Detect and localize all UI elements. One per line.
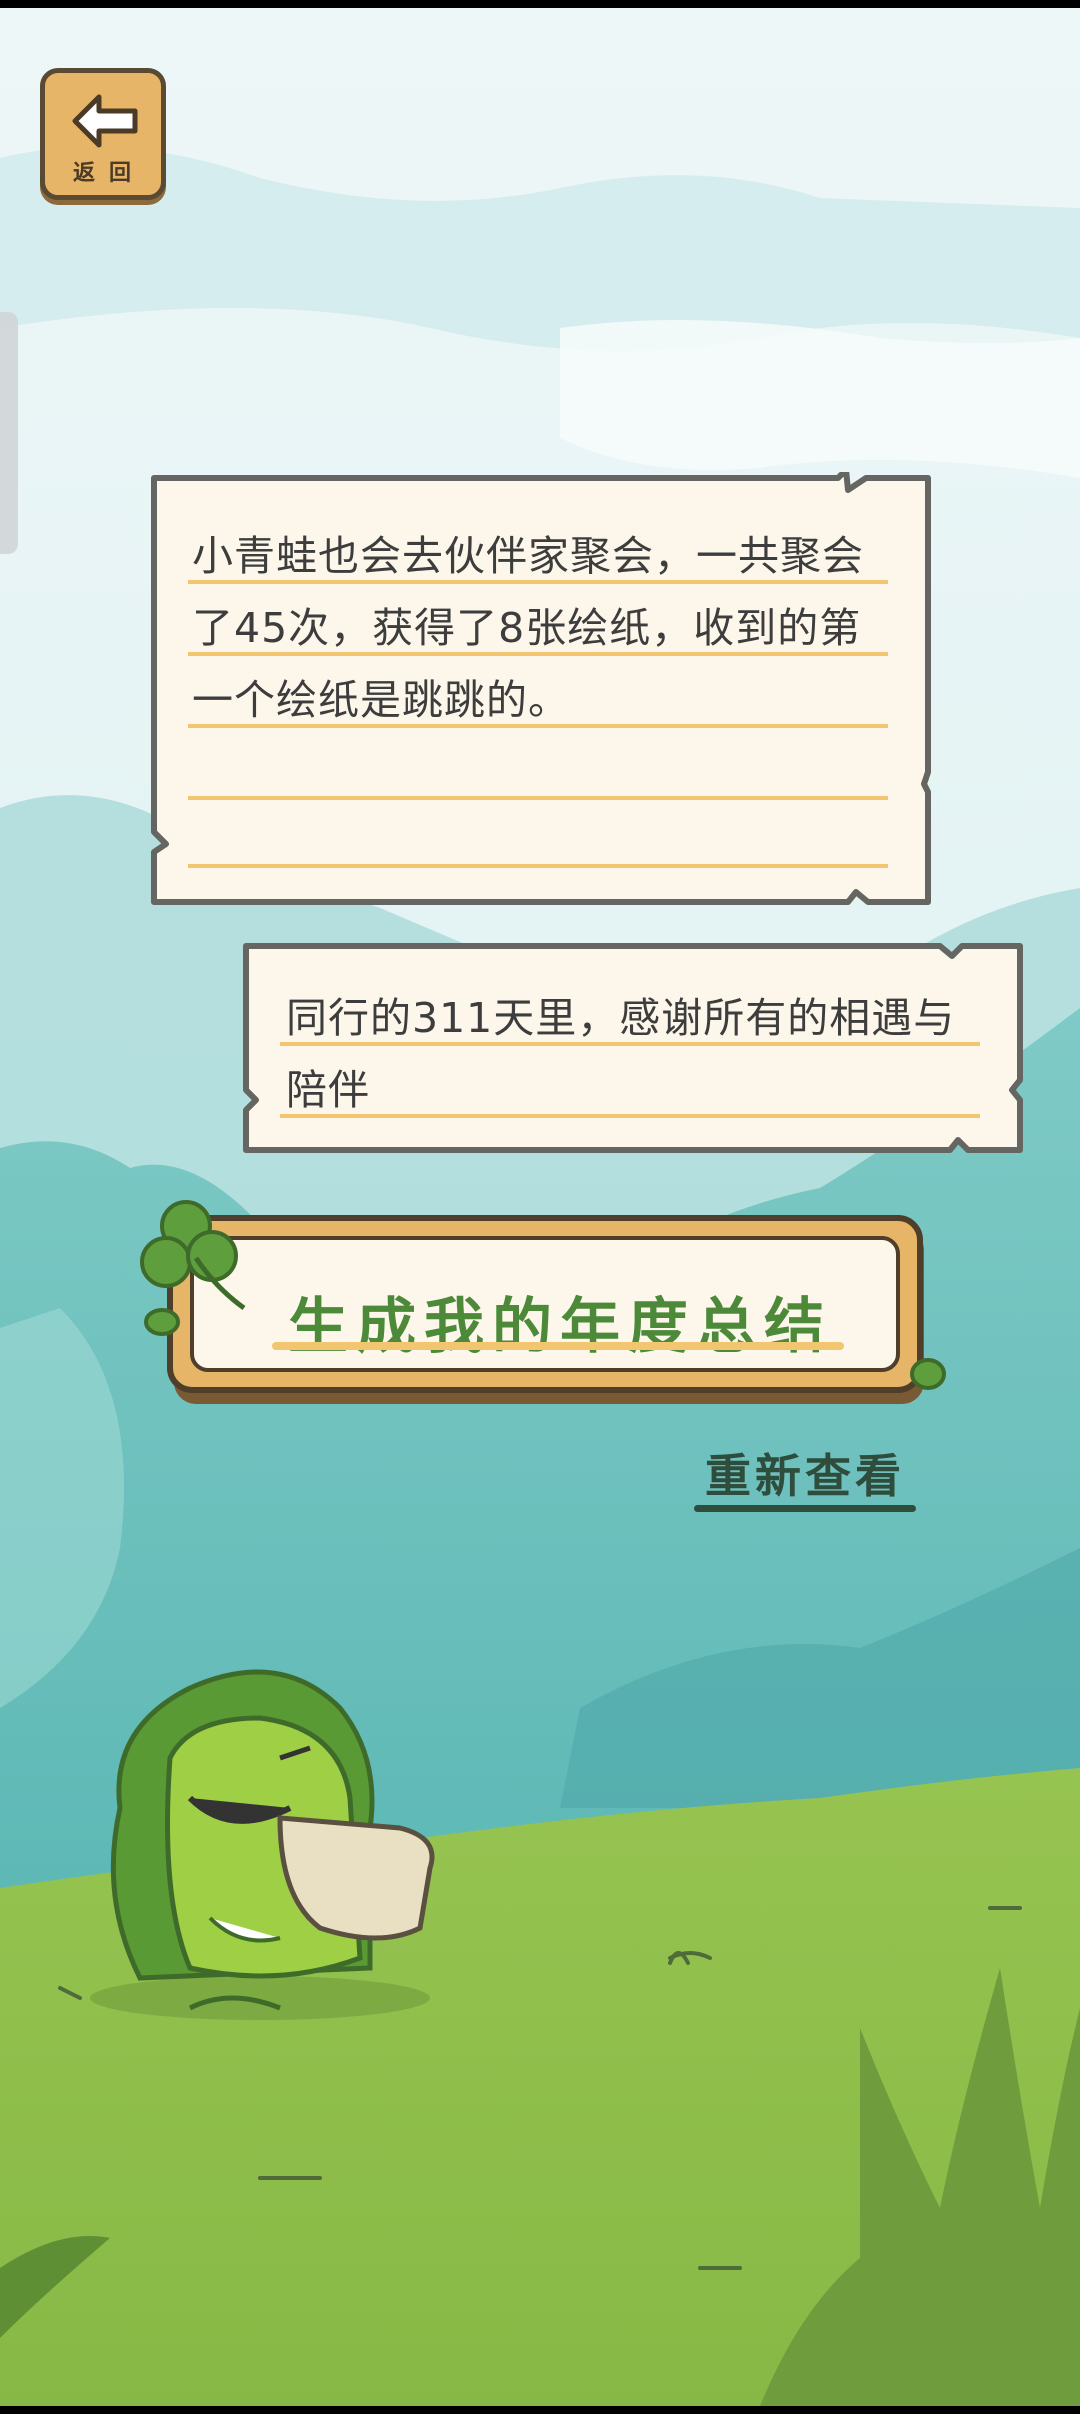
replay-underline <box>694 1505 916 1512</box>
replay-label: 重新查看 <box>705 1449 905 1503</box>
back-button[interactable]: 返回 <box>40 68 166 200</box>
label-underline <box>272 1342 844 1350</box>
game-scene: 返回 小青蛙也会去伙伴家聚会，一共聚会了45次，获得了8张绘纸，收到的第一个绘纸… <box>0 8 1080 2406</box>
replay-link[interactable]: 重新查看 <box>690 1440 920 1512</box>
thanks-text: 同行的311天里，感谢所有的相遇与陪伴 <box>286 994 956 1114</box>
back-arrow-icon <box>72 94 138 148</box>
summary-text: 小青蛙也会去伙伴家聚会，一共聚会了45次，获得了8张绘纸，收到的第一个绘纸是跳跳… <box>192 532 864 724</box>
leaf-icon <box>910 1358 946 1390</box>
generate-summary-label: 生成我的年度总结 <box>288 1292 832 1362</box>
side-pull-tab[interactable] <box>0 312 18 554</box>
clover-icon <box>140 1200 246 1336</box>
frog-character <box>90 1669 435 2020</box>
thanks-note: 同行的311天里，感谢所有的相遇与陪伴 <box>240 940 1026 1156</box>
generate-summary-button[interactable]: 生成我的年度总结 <box>140 1200 950 1418</box>
back-button-label: 返回 <box>72 161 145 186</box>
summary-note: 小青蛙也会去伙伴家聚会，一共聚会了45次，获得了8张绘纸，收到的第一个绘纸是跳跳… <box>148 472 934 908</box>
bottom-bar <box>0 2406 1080 2414</box>
